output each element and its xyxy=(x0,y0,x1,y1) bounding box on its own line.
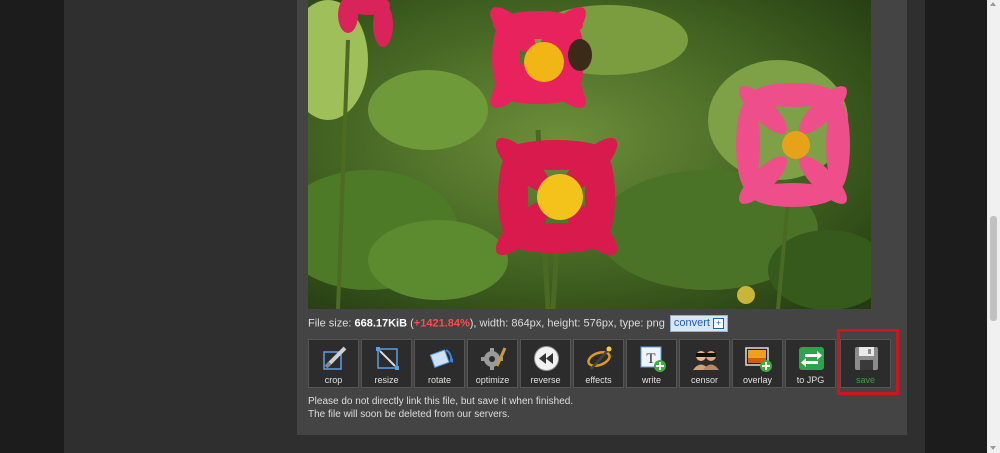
rotate-button[interactable]: rotate xyxy=(414,339,465,388)
file-info: File size: 668.17KiB (+1421.84%), width:… xyxy=(308,315,728,332)
censor-label: censor xyxy=(690,375,718,385)
editor-panel: File size: 668.17KiB (+1421.84%), width:… xyxy=(297,0,907,435)
effects-icon xyxy=(587,346,612,370)
optimize-icon xyxy=(481,347,507,370)
left-margin xyxy=(0,0,64,453)
scroll-down-arrow-icon[interactable] xyxy=(990,446,996,450)
to-jpg-icon xyxy=(799,347,824,370)
optimize-button[interactable]: optimize xyxy=(467,339,518,388)
resize-button[interactable]: resize xyxy=(361,339,412,388)
rotate-label: rotate xyxy=(427,375,451,385)
plus-icon: + xyxy=(712,317,724,329)
vertical-scrollbar[interactable] xyxy=(987,0,1000,453)
overlay-label: overlay xyxy=(742,375,772,385)
crop-button[interactable]: crop xyxy=(308,339,359,388)
convert-label: convert xyxy=(673,317,710,329)
effects-button[interactable]: effects xyxy=(573,339,624,388)
resize-label: resize xyxy=(374,375,399,385)
right-margin xyxy=(925,0,987,453)
reverse-label: reverse xyxy=(530,375,561,385)
censor-button[interactable]: censor xyxy=(679,339,730,388)
link-warning-line-1: Please do not directly link this file, b… xyxy=(308,396,574,407)
to-jpg-label: to JPG xyxy=(796,375,825,385)
scroll-thumb[interactable] xyxy=(990,216,997,321)
rotate-icon xyxy=(429,349,453,368)
file-info-open-paren: ( xyxy=(407,317,414,330)
reverse-icon xyxy=(534,346,559,371)
link-warning-line-2: The file will soon be deleted from our s… xyxy=(308,409,510,420)
write-label: write xyxy=(641,375,661,385)
to-jpg-button[interactable]: to JPG xyxy=(785,339,836,388)
file-size-value: 668.17KiB xyxy=(354,317,408,330)
convert-button[interactable]: convert + xyxy=(669,315,728,332)
overlay-icon xyxy=(745,347,772,372)
file-size-label: File size: xyxy=(308,317,355,330)
optimize-label: optimize xyxy=(475,375,510,385)
link-warning-note: Please do not directly link this file, b… xyxy=(308,395,573,421)
write-icon: T xyxy=(640,346,666,372)
write-button[interactable]: T write xyxy=(626,339,677,388)
reverse-button[interactable]: reverse xyxy=(520,339,571,388)
save-highlight-box xyxy=(837,329,899,395)
edited-image-preview xyxy=(308,0,871,309)
scroll-up-arrow-icon[interactable] xyxy=(990,2,996,6)
size-change-percent: +1421.84% xyxy=(413,317,470,330)
crop-label: crop xyxy=(324,375,343,385)
resize-icon xyxy=(376,347,399,370)
crop-icon xyxy=(323,346,347,370)
effects-label: effects xyxy=(585,375,612,385)
censor-icon xyxy=(693,351,719,370)
file-dimensions-type: ), width: 864px, height: 576px, type: pn… xyxy=(469,317,665,330)
overlay-button[interactable]: overlay xyxy=(732,339,783,388)
